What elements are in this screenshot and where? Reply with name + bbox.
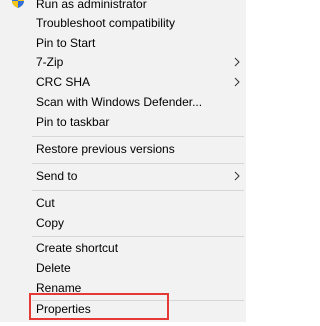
- menu-item-label: Cut: [36, 196, 55, 210]
- menu-item-run-as-administrator[interactable]: Run as administrator: [0, 0, 246, 14]
- menu-item-label: Pin to taskbar: [36, 115, 110, 129]
- menu-item-label: Troubleshoot compatibility: [36, 16, 175, 30]
- menu-item-cut[interactable]: Cut: [0, 193, 246, 213]
- uac-shield-icon: [11, 0, 25, 8]
- menu-item-label: Run as administrator: [36, 0, 147, 11]
- menu-item-pin-to-start[interactable]: Pin to Start: [0, 33, 246, 53]
- menu-item-crc-sha[interactable]: CRC SHA: [0, 72, 246, 92]
- menu-item-scan-with-windows-defender[interactable]: Scan with Windows Defender...: [0, 92, 246, 112]
- menu-separator: [32, 163, 244, 164]
- menu-item-label: 7-Zip: [36, 55, 64, 69]
- menu-item-label: Create shortcut: [36, 241, 119, 255]
- menu-item-pin-to-taskbar[interactable]: Pin to taskbar: [0, 112, 246, 132]
- menu-item-send-to[interactable]: Send to: [0, 166, 246, 186]
- chevron-right-icon: [232, 166, 242, 186]
- menu-item-delete[interactable]: Delete: [0, 258, 246, 278]
- menu-item-label: Delete: [36, 261, 71, 275]
- menu-bottom-edge: [0, 322, 246, 326]
- menu-item-restore-previous-versions[interactable]: Restore previous versions: [0, 139, 246, 159]
- menu-item-label: Copy: [36, 216, 65, 230]
- menu-separator: [32, 236, 244, 237]
- menu-item-label: Scan with Windows Defender...: [36, 95, 203, 109]
- menu-item-label: Pin to Start: [36, 36, 96, 50]
- menu-item-copy[interactable]: Copy: [0, 213, 246, 233]
- menu-item-7-zip[interactable]: 7-Zip: [0, 52, 246, 72]
- context-menu: Run as administrator Troubleshoot compat…: [0, 0, 246, 326]
- menu-item-label: CRC SHA: [36, 75, 91, 89]
- menu-item-troubleshoot-compatibility[interactable]: Troubleshoot compatibility: [0, 13, 246, 33]
- menu-item-create-shortcut[interactable]: Create shortcut: [0, 238, 246, 258]
- properties-highlight-box: [29, 293, 169, 320]
- menu-item-label: Restore previous versions: [36, 142, 175, 156]
- menu-separator: [32, 136, 244, 137]
- menu-item-label: Send to: [36, 169, 78, 183]
- chevron-right-icon: [232, 72, 242, 92]
- menu-separator: [32, 190, 244, 191]
- chevron-right-icon: [232, 52, 242, 72]
